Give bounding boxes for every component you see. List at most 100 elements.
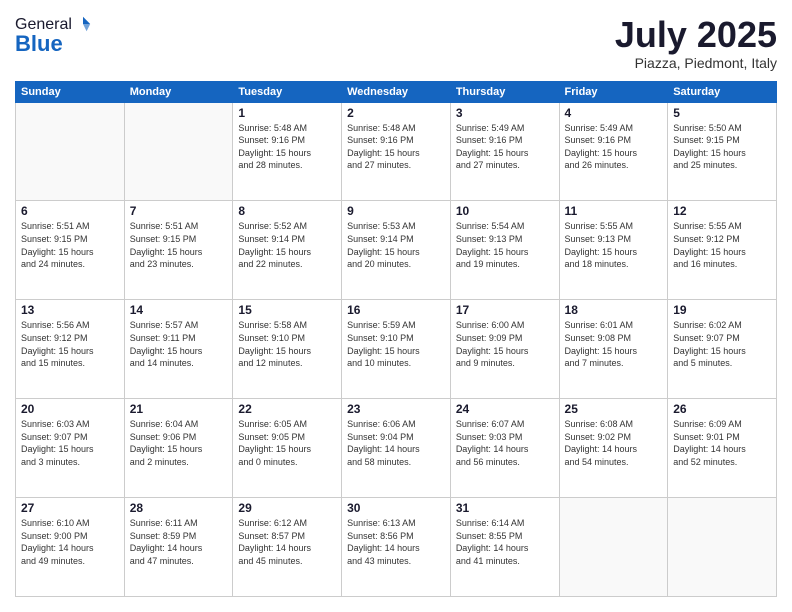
day-number: 27	[21, 501, 119, 515]
day-number: 19	[673, 303, 771, 317]
location: Piazza, Piedmont, Italy	[615, 55, 777, 71]
day-number: 4	[565, 106, 663, 120]
calendar-header-row: SundayMondayTuesdayWednesdayThursdayFrid…	[16, 81, 777, 102]
day-number: 22	[238, 402, 336, 416]
calendar-cell	[668, 498, 777, 597]
day-of-week-header: Monday	[124, 81, 233, 102]
day-info: Sunrise: 5:49 AM Sunset: 9:16 PM Dayligh…	[565, 122, 663, 172]
logo: General Blue	[15, 15, 92, 57]
calendar-cell: 4 Sunrise: 5:49 AM Sunset: 9:16 PM Daylig…	[559, 102, 668, 201]
day-number: 31	[456, 501, 554, 515]
calendar-cell: 13 Sunrise: 5:56 AM Sunset: 9:12 PM Dayli…	[16, 300, 125, 399]
day-info: Sunrise: 5:55 AM Sunset: 9:12 PM Dayligh…	[673, 220, 771, 270]
calendar-cell: 17 Sunrise: 6:00 AM Sunset: 9:09 PM Dayli…	[450, 300, 559, 399]
day-info: Sunrise: 6:06 AM Sunset: 9:04 PM Dayligh…	[347, 418, 445, 468]
day-info: Sunrise: 6:04 AM Sunset: 9:06 PM Dayligh…	[130, 418, 228, 468]
calendar-cell	[559, 498, 668, 597]
calendar-cell: 12 Sunrise: 5:55 AM Sunset: 9:12 PM Dayli…	[668, 201, 777, 300]
day-number: 20	[21, 402, 119, 416]
header: General Blue July 2025 Piazza, Piedmont,…	[15, 15, 777, 71]
day-info: Sunrise: 6:10 AM Sunset: 9:00 PM Dayligh…	[21, 517, 119, 567]
day-info: Sunrise: 5:56 AM Sunset: 9:12 PM Dayligh…	[21, 319, 119, 369]
day-number: 17	[456, 303, 554, 317]
calendar-cell: 6Sunrise: 5:51 AM Sunset: 9:15 PM Daylig…	[16, 201, 125, 300]
day-info: Sunrise: 6:02 AM Sunset: 9:07 PM Dayligh…	[673, 319, 771, 369]
day-info: Sunrise: 5:50 AM Sunset: 9:15 PM Dayligh…	[673, 122, 771, 172]
day-info: Sunrise: 6:09 AM Sunset: 9:01 PM Dayligh…	[673, 418, 771, 468]
day-number: 26	[673, 402, 771, 416]
calendar-cell: 22Sunrise: 6:05 AM Sunset: 9:05 PM Dayli…	[233, 399, 342, 498]
calendar-cell: 5 Sunrise: 5:50 AM Sunset: 9:15 PM Daylig…	[668, 102, 777, 201]
day-number: 11	[565, 204, 663, 218]
calendar-cell: 16Sunrise: 5:59 AM Sunset: 9:10 PM Dayli…	[342, 300, 451, 399]
day-number: 16	[347, 303, 445, 317]
day-info: Sunrise: 5:57 AM Sunset: 9:11 PM Dayligh…	[130, 319, 228, 369]
calendar-cell: 31Sunrise: 6:14 AM Sunset: 8:55 PM Dayli…	[450, 498, 559, 597]
day-of-week-header: Wednesday	[342, 81, 451, 102]
day-info: Sunrise: 6:00 AM Sunset: 9:09 PM Dayligh…	[456, 319, 554, 369]
day-info: Sunrise: 6:03 AM Sunset: 9:07 PM Dayligh…	[21, 418, 119, 468]
day-number: 6	[21, 204, 119, 218]
day-info: Sunrise: 5:48 AM Sunset: 9:16 PM Dayligh…	[238, 122, 336, 172]
calendar-cell: 25Sunrise: 6:08 AM Sunset: 9:02 PM Dayli…	[559, 399, 668, 498]
logo-blue-text: Blue	[15, 31, 92, 57]
calendar-cell: 19 Sunrise: 6:02 AM Sunset: 9:07 PM Dayli…	[668, 300, 777, 399]
day-number: 9	[347, 204, 445, 218]
logo-icon	[74, 15, 92, 33]
calendar-cell: 23 Sunrise: 6:06 AM Sunset: 9:04 PM Dayli…	[342, 399, 451, 498]
day-number: 7	[130, 204, 228, 218]
day-number: 12	[673, 204, 771, 218]
calendar-cell: 9Sunrise: 5:53 AM Sunset: 9:14 PM Daylig…	[342, 201, 451, 300]
calendar-cell: 20 Sunrise: 6:03 AM Sunset: 9:07 PM Dayli…	[16, 399, 125, 498]
calendar-cell: 8 Sunrise: 5:52 AM Sunset: 9:14 PM Daylig…	[233, 201, 342, 300]
day-of-week-header: Thursday	[450, 81, 559, 102]
day-info: Sunrise: 6:07 AM Sunset: 9:03 PM Dayligh…	[456, 418, 554, 468]
calendar-week-row: 6 Sunrise: 5:51 AM Sunset: 9:15 PM Daylig…	[16, 201, 777, 300]
day-number: 29	[238, 501, 336, 515]
calendar-week-row: 1Sunrise: 5:48 AM Sunset: 9:16 PM Daylig…	[16, 102, 777, 201]
day-number: 3	[456, 106, 554, 120]
calendar-cell: 28Sunrise: 6:11 AM Sunset: 8:59 PM Dayli…	[124, 498, 233, 597]
calendar-cell: 3 Sunrise: 5:49 AM Sunset: 9:16 PM Daylig…	[450, 102, 559, 201]
calendar-week-row: 27 Sunrise: 6:10 AM Sunset: 9:00 PM Dayli…	[16, 498, 777, 597]
calendar-cell: 1Sunrise: 5:48 AM Sunset: 9:16 PM Daylig…	[233, 102, 342, 201]
calendar-cell: 10 Sunrise: 5:54 AM Sunset: 9:13 PM Dayli…	[450, 201, 559, 300]
day-of-week-header: Friday	[559, 81, 668, 102]
month-title: July 2025	[615, 15, 777, 55]
day-number: 30	[347, 501, 445, 515]
day-number: 25	[565, 402, 663, 416]
day-info: Sunrise: 5:51 AM Sunset: 9:15 PM Dayligh…	[130, 220, 228, 270]
calendar-cell: 18 Sunrise: 6:01 AM Sunset: 9:08 PM Dayli…	[559, 300, 668, 399]
day-number: 5	[673, 106, 771, 120]
calendar-cell: 7 Sunrise: 5:51 AM Sunset: 9:15 PM Daylig…	[124, 201, 233, 300]
calendar-cell	[16, 102, 125, 201]
day-info: Sunrise: 6:12 AM Sunset: 8:57 PM Dayligh…	[238, 517, 336, 567]
calendar-week-row: 20 Sunrise: 6:03 AM Sunset: 9:07 PM Dayli…	[16, 399, 777, 498]
day-info: Sunrise: 5:52 AM Sunset: 9:14 PM Dayligh…	[238, 220, 336, 270]
day-number: 2	[347, 106, 445, 120]
day-info: Sunrise: 6:13 AM Sunset: 8:56 PM Dayligh…	[347, 517, 445, 567]
calendar-cell: 11 Sunrise: 5:55 AM Sunset: 9:13 PM Dayli…	[559, 201, 668, 300]
day-number: 8	[238, 204, 336, 218]
page: General Blue July 2025 Piazza, Piedmont,…	[0, 0, 792, 612]
day-info: Sunrise: 5:55 AM Sunset: 9:13 PM Dayligh…	[565, 220, 663, 270]
calendar-cell: 29 Sunrise: 6:12 AM Sunset: 8:57 PM Dayli…	[233, 498, 342, 597]
calendar-cell: 30 Sunrise: 6:13 AM Sunset: 8:56 PM Dayli…	[342, 498, 451, 597]
day-info: Sunrise: 5:58 AM Sunset: 9:10 PM Dayligh…	[238, 319, 336, 369]
day-number: 24	[456, 402, 554, 416]
calendar-cell: 21Sunrise: 6:04 AM Sunset: 9:06 PM Dayli…	[124, 399, 233, 498]
day-info: Sunrise: 6:01 AM Sunset: 9:08 PM Dayligh…	[565, 319, 663, 369]
day-info: Sunrise: 5:49 AM Sunset: 9:16 PM Dayligh…	[456, 122, 554, 172]
day-info: Sunrise: 5:54 AM Sunset: 9:13 PM Dayligh…	[456, 220, 554, 270]
calendar-table: SundayMondayTuesdayWednesdayThursdayFrid…	[15, 81, 777, 597]
calendar-cell: 15Sunrise: 5:58 AM Sunset: 9:10 PM Dayli…	[233, 300, 342, 399]
calendar-week-row: 13 Sunrise: 5:56 AM Sunset: 9:12 PM Dayli…	[16, 300, 777, 399]
day-number: 18	[565, 303, 663, 317]
day-of-week-header: Tuesday	[233, 81, 342, 102]
day-number: 10	[456, 204, 554, 218]
day-number: 13	[21, 303, 119, 317]
day-number: 23	[347, 402, 445, 416]
day-info: Sunrise: 5:48 AM Sunset: 9:16 PM Dayligh…	[347, 122, 445, 172]
calendar-cell: 14Sunrise: 5:57 AM Sunset: 9:11 PM Dayli…	[124, 300, 233, 399]
day-of-week-header: Sunday	[16, 81, 125, 102]
